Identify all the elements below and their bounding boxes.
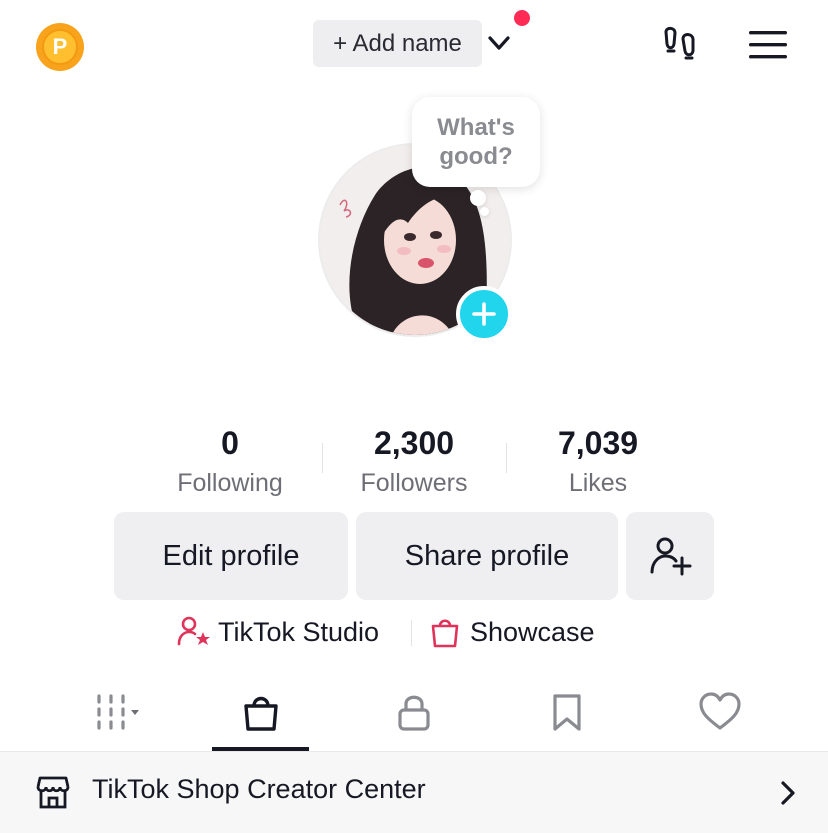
shopping-bag-icon bbox=[431, 619, 459, 648]
stat-followers[interactable]: 2,300 Followers bbox=[324, 422, 504, 500]
stat-divider bbox=[506, 443, 507, 473]
tab-shop[interactable] bbox=[211, 680, 311, 744]
menu-icon[interactable] bbox=[747, 27, 789, 63]
coin-button[interactable]: P bbox=[36, 23, 84, 71]
stat-likes[interactable]: 7,039 Likes bbox=[508, 422, 688, 500]
edit-profile-button[interactable]: Edit profile bbox=[114, 512, 348, 600]
bubble-tail-dot bbox=[470, 190, 486, 206]
add-friend-icon bbox=[650, 537, 692, 576]
add-avatar-button[interactable] bbox=[456, 286, 512, 342]
studio-icon bbox=[177, 616, 210, 646]
status-bubble[interactable]: What's good? bbox=[412, 97, 540, 187]
status-bubble-text: What's good? bbox=[437, 114, 515, 170]
tiktok-studio-link[interactable]: TikTok Studio bbox=[176, 612, 379, 652]
stat-divider bbox=[322, 443, 323, 473]
showcase-link[interactable]: Showcase bbox=[428, 612, 595, 652]
tiktok-studio-label: TikTok Studio bbox=[218, 616, 380, 647]
stat-value: 0 bbox=[221, 425, 239, 461]
shop-creator-center-label: TikTok Shop Creator Center bbox=[92, 774, 426, 804]
link-divider bbox=[411, 620, 412, 646]
tab-private[interactable] bbox=[364, 680, 464, 744]
tab-videos[interactable] bbox=[58, 680, 158, 744]
plus-icon bbox=[472, 302, 496, 326]
stat-label: Following bbox=[177, 469, 283, 497]
bookmark-icon bbox=[553, 694, 581, 731]
share-profile-button[interactable]: Share profile bbox=[356, 512, 618, 600]
stat-label: Likes bbox=[568, 469, 628, 497]
footprints-icon[interactable] bbox=[660, 24, 702, 66]
showcase-label: Showcase bbox=[470, 616, 595, 647]
tab-favorites[interactable] bbox=[517, 680, 617, 744]
add-name-label: + Add name bbox=[333, 29, 462, 57]
chevron-down-icon[interactable] bbox=[484, 28, 514, 58]
shop-creator-center-row[interactable]: TikTok Shop Creator Center bbox=[0, 752, 828, 833]
grid-icon bbox=[97, 694, 139, 730]
tab-liked[interactable] bbox=[670, 680, 770, 744]
add-name-button[interactable]: + Add name bbox=[313, 20, 482, 67]
heart-icon bbox=[699, 692, 741, 730]
bubble-tail-dot-small bbox=[480, 207, 489, 216]
stat-value: 7,039 bbox=[557, 425, 639, 461]
stat-label: Followers bbox=[360, 469, 468, 497]
lock-icon bbox=[398, 695, 430, 731]
chevron-right-icon bbox=[781, 781, 795, 805]
edit-profile-label: Edit profile bbox=[162, 539, 300, 572]
coin-icon: P bbox=[42, 29, 78, 65]
shopping-bag-icon bbox=[244, 696, 278, 731]
add-friend-button[interactable] bbox=[626, 512, 714, 600]
stat-value: 2,300 bbox=[373, 425, 455, 461]
share-profile-label: Share profile bbox=[404, 539, 570, 572]
stat-following[interactable]: 0 Following bbox=[140, 422, 320, 500]
shop-icon bbox=[36, 776, 70, 809]
notification-dot bbox=[514, 10, 530, 26]
